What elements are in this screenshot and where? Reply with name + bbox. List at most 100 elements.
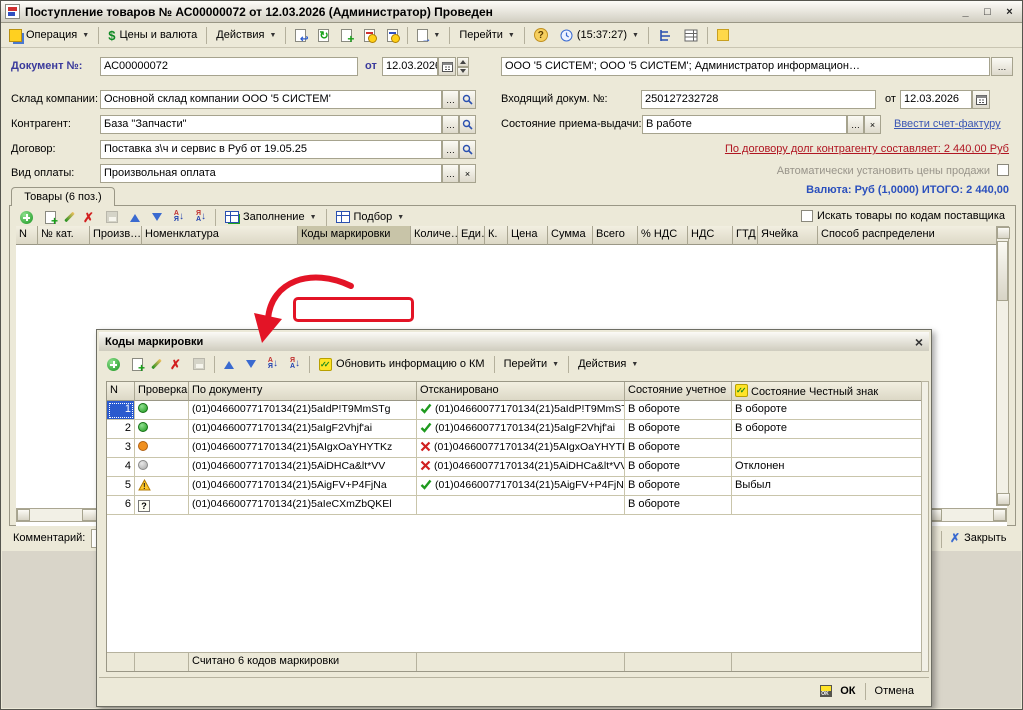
doc-number-input[interactable]: АС00000072 [100,57,358,76]
code-by-document-cell[interactable]: (01)04660077170134(21)5AiDHCa&lt*VV [189,458,417,477]
prices-currency-button[interactable]: $Цены и валюта [103,25,202,46]
calendar-button[interactable] [438,57,456,76]
table-row[interactable]: 5!(01)04660077170134(21)5AigFV+P4FjNa(01… [107,477,921,496]
code-by-document-cell[interactable]: (01)04660077170134(21)5AigFV+P4FjNa [189,477,417,496]
scroll-up-button[interactable] [997,227,1010,239]
fill-button[interactable]: Заполнение▼ [220,208,321,226]
goods-column-header[interactable]: К. [485,226,508,245]
crpt-state-cell[interactable] [732,496,923,515]
move-up-button[interactable] [125,210,145,225]
incoming-calendar-button[interactable] [972,90,990,109]
dialog-row-number[interactable]: 5 [107,477,135,496]
create-based-on-button[interactable]: ▼ [412,26,445,45]
dlg-add-button[interactable] [102,355,125,374]
payment-select-button[interactable]: … [442,164,459,183]
operation-button[interactable]: Операция▼ [4,26,94,45]
payment-type-input[interactable]: Произвольная оплата [100,164,442,183]
structure-button[interactable] [653,26,677,45]
goods-column-header[interactable]: НДС [688,226,733,245]
search-by-supplier-codes[interactable]: Искать товары по кодам поставщика [801,210,1005,222]
warehouse-input[interactable]: Основной склад компании ООО '5 СИСТЕМ' [100,90,442,109]
warehouse-select-button[interactable]: … [442,90,459,109]
dialog-ok-button[interactable]: ОК [813,683,862,699]
dlg-move-down-button[interactable] [241,357,261,372]
dlg-goto-button[interactable]: Перейти▼ [499,355,565,373]
table-row[interactable]: Считано 6 кодов маркировки [107,652,921,671]
table-row[interactable]: 3(01)04660077170134(21)5AIgxOaYHYTKz(01)… [107,439,921,458]
supplier-codes-checkbox[interactable] [801,210,813,222]
postings-cr-button[interactable] [382,26,403,45]
contractor-open-button[interactable] [459,115,476,134]
goto-button[interactable]: Перейти▼ [454,26,520,44]
accounting-state-cell[interactable]: В обороте [625,401,732,420]
crpt-state-cell[interactable]: В обороте [732,420,923,439]
dialog-row-number[interactable]: 4 [107,458,135,477]
dialog-close-button[interactable]: × [915,336,923,348]
save-rows-button[interactable] [101,208,123,226]
close-form-button[interactable]: ✗Закрыть [943,529,1013,547]
incoming-number-input[interactable]: 250127232728 [641,90,876,109]
dialog-scrollbar[interactable] [921,381,929,672]
scanned-code-cell[interactable]: (01)04660077170134(21)5aIdP!T9MmSTg [417,401,625,420]
close-button[interactable]: × [1001,4,1018,19]
acceptance-state-input[interactable]: В работе [642,115,847,134]
goods-column-header[interactable]: № кат. [38,226,90,245]
table-row[interactable]: N№ кат.Произв…НоменклатураКоды маркировк… [16,226,1007,245]
refresh-km-button[interactable]: Обновить информацию о КМ [314,355,490,374]
dialog-row-number[interactable]: 1 [107,401,135,420]
goods-column-header[interactable]: Еди… [458,226,485,245]
maximize-button[interactable]: □ [979,4,996,19]
goods-column-header[interactable]: N [16,226,38,245]
organization-input[interactable]: ООО '5 СИСТЕМ'; ООО '5 СИСТЕМ'; Админист… [501,57,990,76]
crpt-state-cell[interactable]: Выбыл [732,477,923,496]
scanned-code-cell[interactable]: (01)04660077170134(21)5aIgF2Vhjf'ai [417,420,625,439]
crpt-state-cell[interactable]: В обороте [732,401,923,420]
table-cell[interactable] [417,652,625,671]
dlg-delete-button[interactable]: ✗ [165,356,186,373]
organization-select-button[interactable]: … [991,57,1013,76]
check-status-cell[interactable]: ? [135,496,189,515]
dlg-save-button[interactable] [188,355,210,373]
copy-row-button[interactable] [40,208,61,227]
table-cell[interactable] [135,652,189,671]
sort-asc-button[interactable]: АЯ↓ [169,208,189,226]
accounting-state-cell[interactable]: В обороте [625,420,732,439]
dlg-actions-button[interactable]: Действия▼ [573,355,643,373]
code-by-document-cell[interactable]: (01)04660077170134(21)5aIdP!T9MmSTg [189,401,417,420]
doc-date-input[interactable]: 12.03.2026 [382,57,438,76]
check-status-cell[interactable] [135,420,189,439]
scroll-left-button[interactable] [17,509,30,521]
incoming-date-input[interactable]: 12.03.2026 [900,90,972,109]
dialog-row-number[interactable]: 2 [107,420,135,439]
move-down-button[interactable] [147,210,167,225]
dialog-cancel-button[interactable]: Отмена [868,683,921,699]
goods-column-header[interactable]: Коды маркировки [298,226,411,245]
edit-row-button[interactable] [63,208,76,226]
goods-column-header[interactable]: ГТД [733,226,758,245]
state-clear-button[interactable]: × [864,115,881,134]
dlg-move-up-button[interactable] [219,357,239,372]
goods-column-header[interactable]: Количе… [411,226,458,245]
table-cell[interactable] [625,652,732,671]
scanned-code-cell[interactable]: (01)04660077170134(21)5AiDHCa&lt*VV [417,458,625,477]
code-by-document-cell[interactable]: (01)04660077170134(21)5aIeCXmZbQKEl [189,496,417,515]
code-by-document-cell[interactable]: (01)04660077170134(21)5AIgxOaYHYTKz [189,439,417,458]
contract-debt-link[interactable]: По договору долг контрагенту составляет:… [725,143,1009,155]
contract-open-button[interactable] [459,140,476,159]
delete-row-button[interactable]: ✗ [78,209,99,226]
check-status-cell[interactable]: ! [135,477,189,496]
tab-goods[interactable]: Товары (6 поз.) [11,187,115,206]
postings-dr-button[interactable] [359,26,380,45]
table-row[interactable]: NПроверкаПо документуОтсканированоСостоя… [107,382,921,401]
crpt-state-cell[interactable]: Отклонен [732,458,923,477]
table-row[interactable]: 6?(01)04660077170134(21)5aIeCXmZbQKElВ о… [107,496,921,515]
dialog-column-header[interactable]: N [107,382,135,401]
notes-button[interactable] [712,26,734,44]
time-button[interactable]: (15:37:27)▼ [555,26,644,45]
check-status-cell[interactable] [135,439,189,458]
table-cell[interactable] [732,652,923,671]
reread-button[interactable] [313,26,334,45]
table-row[interactable]: 1 (01)04660077170134(21)5aIdP!T9MmSTg(01)… [107,401,921,420]
warehouse-open-button[interactable] [459,90,476,109]
contract-select-button[interactable]: … [442,140,459,159]
